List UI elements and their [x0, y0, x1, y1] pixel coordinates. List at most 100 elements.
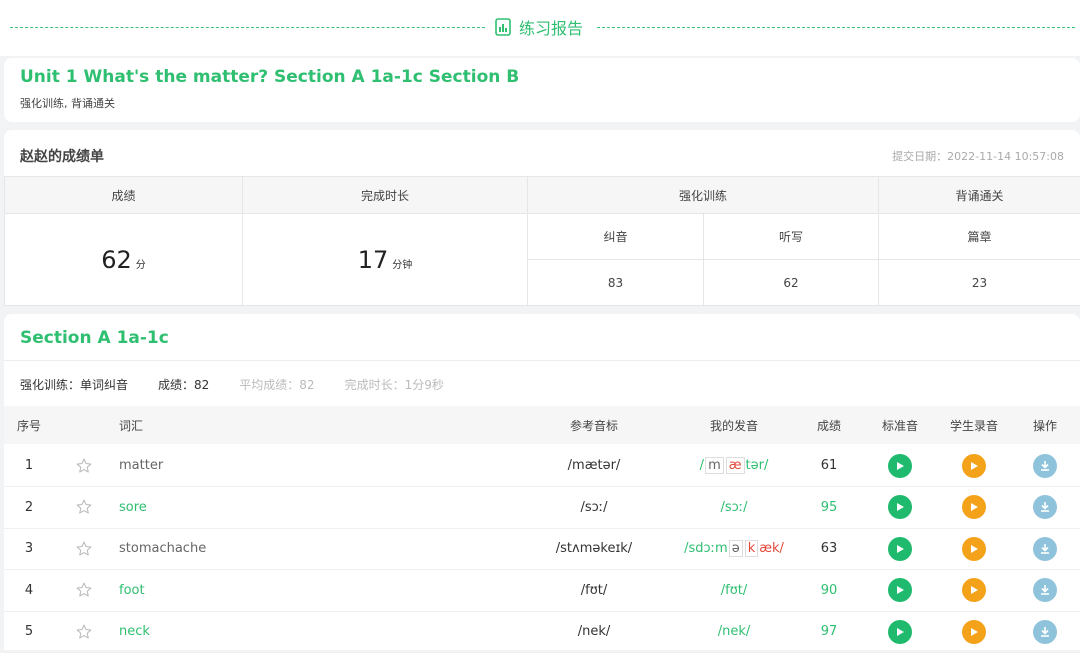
- col-standard-audio: 标准音: [881, 418, 918, 433]
- word-table-header: 序号 词汇 参考音标 我的发音 成绩 标准音 学生录音 操作: [4, 406, 1080, 444]
- action-cell: [1019, 445, 1071, 486]
- section-stats: 强化训练：单词纠音 成绩：82 平均成绩：82 完成时长：1分9秒: [20, 376, 474, 393]
- row-ref-phonetic: /mætər/: [567, 458, 621, 473]
- row-score: 63: [820, 541, 838, 557]
- play-standard-button[interactable]: [888, 495, 912, 520]
- row-ref-phonetic: /fʊt/: [580, 582, 608, 598]
- col-index: 序号: [16, 418, 41, 433]
- download-icon[interactable]: [1033, 453, 1057, 478]
- phonetic-segment: /sɔː/: [720, 499, 748, 515]
- row-word: foot: [119, 582, 145, 598]
- action-cell: [1019, 487, 1071, 528]
- phonetic-segment: k: [744, 540, 759, 558]
- score-table: 成绩 完成时长 强化训练 背诵通关 62 分 17 分钟 纠音 听写 篇章 83 6…: [4, 176, 1080, 306]
- standard-audio-cell: [874, 611, 926, 652]
- row-my-phonetic: / m æ tər/: [674, 445, 794, 486]
- play-standard-button[interactable]: [888, 578, 912, 603]
- phonetic-segment: ə: [728, 540, 743, 558]
- score-unit: 分: [135, 259, 146, 271]
- submit-date: 提交日期：2022-11-14 10:57:08: [892, 150, 1064, 163]
- section-duration: 完成时长：1分9秒: [344, 378, 444, 392]
- phonetic-segment: tər/: [745, 458, 769, 473]
- row-ref-phonetic: /stʌməkeɪk/: [555, 541, 633, 557]
- duration-value: 17: [357, 245, 389, 274]
- action-cell: [1019, 570, 1071, 611]
- row-my-phonetic: /nek/: [674, 611, 794, 652]
- header-recite: 背诵通关: [878, 176, 1080, 214]
- phonetic-segment: æ: [725, 457, 745, 474]
- row-my-phonetic: /fʊt/: [674, 570, 794, 611]
- row-ref-phonetic: /nek/: [577, 624, 611, 640]
- student-audio-cell: [944, 611, 1004, 652]
- star-icon[interactable]: [72, 611, 96, 652]
- subheader-correction: 纠音: [527, 213, 704, 260]
- header-title-text: 练习报告: [519, 19, 584, 38]
- section-card: Section A 1a-1c 强化训练：单词纠音 成绩：82 平均成绩：82 …: [4, 314, 1080, 653]
- report-icon: [495, 18, 511, 36]
- col-student-audio: 学生录音: [949, 418, 998, 433]
- play-student-button[interactable]: [962, 578, 986, 603]
- phonetic-segment: m: [705, 457, 724, 474]
- section-divider: [4, 360, 1080, 361]
- star-icon[interactable]: [72, 487, 96, 528]
- row-index: 3: [24, 541, 34, 557]
- duration-unit: 分钟: [392, 259, 413, 271]
- play-standard-button[interactable]: [888, 536, 912, 561]
- play-standard-button[interactable]: [888, 619, 912, 644]
- table-row: 5 neck/nek/ /nek/97: [4, 611, 1080, 653]
- download-icon[interactable]: [1033, 619, 1057, 644]
- table-row: 1 matter/mætər// m æ tər/61: [4, 445, 1080, 487]
- row-index: 1: [24, 458, 34, 473]
- phonetic-segment: /fʊt/: [720, 582, 748, 598]
- row-score: 90: [820, 582, 838, 598]
- subheader-dictation: 听写: [702, 213, 880, 260]
- row-my-phonetic: /sdɔːm ə k æk/: [674, 528, 794, 569]
- table-row: 3 stomachache/stʌməkeɪk/ /sdɔːm ə k æk/63: [4, 528, 1080, 571]
- dictation-value: 62: [702, 259, 880, 306]
- row-ref-phonetic: /sɔː/: [580, 499, 608, 515]
- play-student-button[interactable]: [962, 536, 986, 561]
- download-icon[interactable]: [1033, 495, 1057, 520]
- row-word: neck: [119, 624, 150, 640]
- subheader-passage: 篇章: [878, 213, 1080, 260]
- average-score: 平均成绩：82: [239, 378, 315, 392]
- header-title: 练习报告: [495, 14, 583, 40]
- header-divider-right: [597, 27, 1075, 28]
- star-icon[interactable]: [72, 570, 96, 611]
- phonetic-segment: /: [699, 458, 705, 473]
- col-score: 成绩: [816, 418, 841, 433]
- play-standard-button[interactable]: [888, 453, 912, 478]
- report-header: 练习报告: [0, 0, 1080, 56]
- header-duration: 完成时长: [242, 176, 528, 214]
- score-value-cell: 62 分: [4, 213, 243, 306]
- col-word: 词汇: [119, 418, 144, 433]
- unit-card: Unit 1 What's the matter? Section A 1a-1…: [4, 58, 1080, 122]
- download-icon[interactable]: [1033, 536, 1057, 561]
- passage-value: 23: [878, 259, 1080, 306]
- action-cell: [1019, 611, 1071, 652]
- score-value: 62: [101, 245, 132, 274]
- row-index: 2: [24, 499, 34, 515]
- row-score: 97: [820, 624, 838, 640]
- correction-value: 83: [527, 259, 704, 306]
- header-divider-left: [10, 27, 485, 28]
- play-student-button[interactable]: [962, 619, 986, 644]
- col-ref: 参考音标: [569, 418, 618, 433]
- star-icon[interactable]: [72, 528, 96, 569]
- student-audio-cell: [944, 487, 1004, 528]
- download-icon[interactable]: [1033, 578, 1057, 603]
- table-row: 4 foot/fʊt/ /fʊt/90: [4, 570, 1080, 612]
- col-actions: 操作: [1032, 418, 1057, 433]
- phonetic-segment: /nek/: [717, 624, 751, 640]
- play-student-button[interactable]: [962, 495, 986, 520]
- unit-title: Unit 1 What's the matter? Section A 1a-1…: [20, 67, 520, 87]
- score-report-card: 赵赵的成绩单 提交日期：2022-11-14 10:57:08 成绩 完成时长 …: [4, 130, 1080, 306]
- section-score: 成绩：82: [158, 378, 210, 392]
- row-index: 5: [24, 624, 34, 640]
- student-audio-cell: [944, 528, 1004, 569]
- play-student-button[interactable]: [962, 453, 986, 478]
- duration-value-cell: 17 分钟: [242, 213, 528, 306]
- header-training: 强化训练: [526, 176, 880, 214]
- star-icon[interactable]: [72, 445, 96, 486]
- action-cell: [1019, 528, 1071, 569]
